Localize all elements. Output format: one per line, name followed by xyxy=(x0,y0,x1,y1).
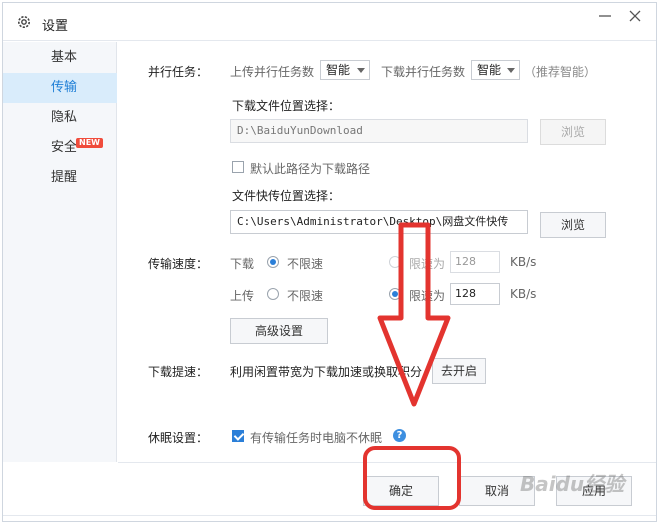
advanced-settings-button[interactable]: 高级设置 xyxy=(230,318,328,344)
speed-section-label: 传输速度： xyxy=(148,257,209,271)
ok-button[interactable]: 确定 xyxy=(363,476,439,506)
download-browse-button[interactable]: 浏览 xyxy=(540,119,606,145)
download-unlimited-radio[interactable] xyxy=(267,256,279,268)
boost-description: 利用闲置带宽为下载加速或换取积分 xyxy=(230,365,423,379)
upload-limit-label: 限速为 xyxy=(409,289,446,303)
sidebar-item-basic[interactable]: 基本 xyxy=(3,43,117,73)
close-icon[interactable] xyxy=(627,8,643,24)
upload-limit-input[interactable]: 128 xyxy=(450,283,500,305)
watermark-logo: Baidu经验 xyxy=(520,472,625,496)
download-unit-label: KB/s xyxy=(510,255,537,269)
upload-limit-radio[interactable] xyxy=(389,288,401,300)
quick-transfer-label: 文件快传位置选择： xyxy=(232,189,341,203)
upload-speed-label: 上传 xyxy=(230,289,255,303)
gear-icon xyxy=(18,16,30,28)
download-limit-label: 限速为 xyxy=(409,257,446,271)
enable-boost-button[interactable]: 去开启 xyxy=(432,358,486,384)
default-path-checkbox[interactable] xyxy=(232,161,244,173)
upload-parallel-label: 上传并行任务数 xyxy=(230,65,315,79)
download-limit-radio[interactable] xyxy=(389,256,401,268)
download-parallel-value: 智能 xyxy=(477,63,502,77)
upload-parallel-value: 智能 xyxy=(326,63,351,77)
quick-transfer-browse-button[interactable]: 浏览 xyxy=(540,212,606,238)
footer-divider xyxy=(118,462,656,463)
prevent-sleep-checkbox[interactable] xyxy=(232,430,244,442)
parallel-hint: （推荐智能） xyxy=(524,65,597,79)
prevent-sleep-label: 有传输任务时电脑不休眠 xyxy=(250,431,383,445)
sidebar-item-reminder[interactable]: 提醒 xyxy=(3,163,117,193)
download-path-field[interactable]: D:\BaiduYunDownload xyxy=(230,119,528,143)
parallel-section-label: 并行任务： xyxy=(148,65,209,79)
help-icon[interactable]: ? xyxy=(393,429,406,442)
download-parallel-label: 下载并行任务数 xyxy=(381,65,466,79)
sidebar-item-transfer[interactable]: 传输 xyxy=(3,73,117,103)
download-speed-label: 下载 xyxy=(230,257,255,271)
upload-unlimited-label: 不限速 xyxy=(287,289,324,303)
download-limit-input[interactable]: 128 xyxy=(450,251,500,273)
quick-transfer-path-field[interactable]: C:\Users\Administrator\Desktop\网盘文件快传 xyxy=(230,210,528,234)
download-unlimited-label: 不限速 xyxy=(287,257,324,271)
sidebar-item-privacy[interactable]: 隐私 xyxy=(3,103,117,133)
download-parallel-select[interactable]: 智能 xyxy=(471,60,520,80)
chevron-down-icon xyxy=(507,68,515,73)
title-bar xyxy=(3,3,656,41)
sleep-section-label: 休眠设置： xyxy=(148,431,209,445)
chevron-down-icon xyxy=(357,68,365,73)
boost-section-label: 下载提速： xyxy=(148,365,209,379)
new-badge: NEW xyxy=(76,138,103,148)
default-path-label: 默认此路径为下载路径 xyxy=(250,162,371,176)
upload-unit-label: KB/s xyxy=(510,287,537,301)
download-location-label: 下载文件位置选择： xyxy=(232,99,341,113)
upload-parallel-select[interactable]: 智能 xyxy=(320,60,370,80)
minimize-icon[interactable] xyxy=(597,8,613,24)
upload-unlimited-radio[interactable] xyxy=(267,288,279,300)
bottom-divider xyxy=(3,515,656,516)
window-title: 设置 xyxy=(42,19,69,34)
